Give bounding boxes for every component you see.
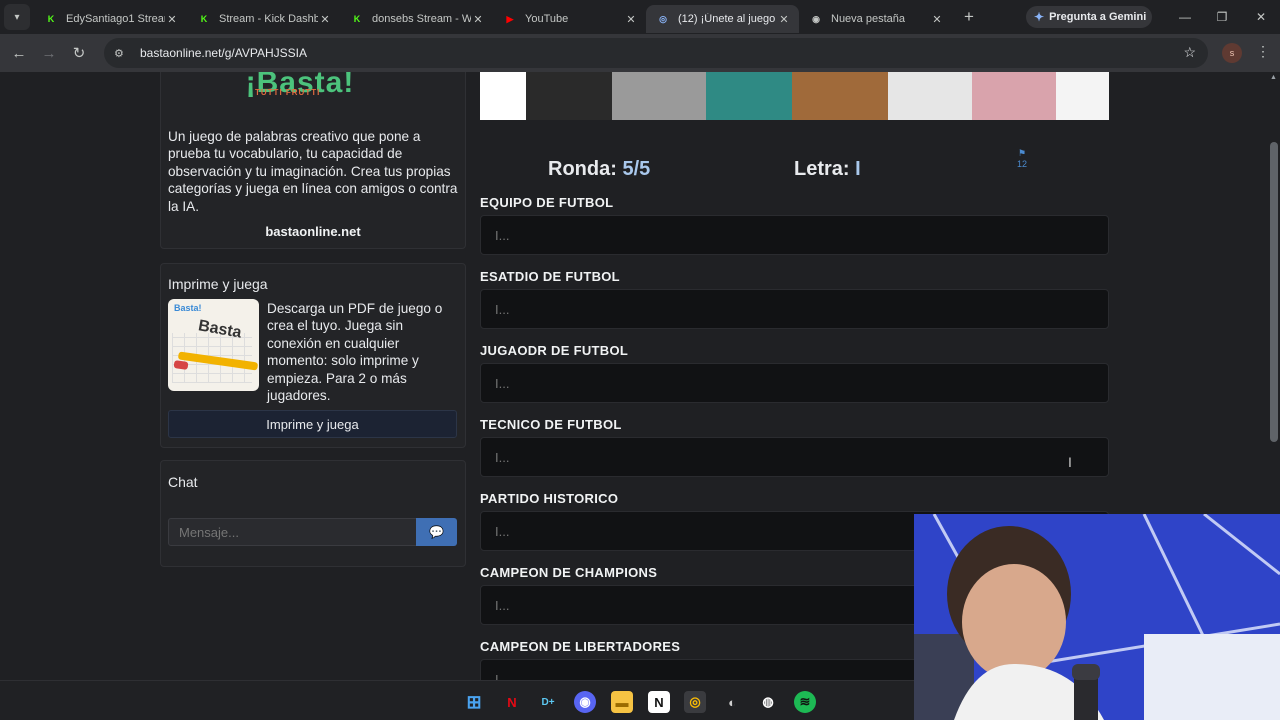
chat-card — [160, 460, 466, 567]
tab-1[interactable]: K Stream - Kick Dashbo ✕ — [187, 5, 340, 33]
category-label: TECNICO DE FUTBOL — [480, 417, 622, 432]
timer: ⚑ 12 — [1014, 148, 1030, 169]
address-bar[interactable]: ⚙ bastaonline.net/g/AVPAHJSSIA ☆ — [104, 38, 1208, 68]
category-input[interactable] — [480, 437, 1109, 477]
category-label: CAMPEON DE CHAMPIONS — [480, 565, 658, 580]
site-link[interactable]: bastaonline.net — [160, 224, 466, 239]
chrome-taskbar-icon[interactable]: ◎ — [684, 691, 706, 713]
category-label: EQUIPO DE FUTBOL — [480, 195, 614, 210]
sequin-dress-image — [612, 72, 706, 120]
print-title: Imprime y juega — [168, 276, 268, 292]
webcam-image — [914, 514, 1280, 720]
tab-title: donsebs Stream - Wa — [372, 13, 471, 25]
reload-icon[interactable]: ↻ — [64, 44, 94, 62]
steam-icon[interactable]: ◍ — [757, 691, 779, 713]
logo-subtitle: TUTTI FRUTTI — [255, 88, 321, 97]
tab-title: EdySantiago1 Stream — [66, 13, 165, 25]
category-input[interactable] — [480, 215, 1109, 255]
tab-title: (12) ¡Únete al juego B — [678, 13, 777, 25]
tape-measure-image — [526, 72, 612, 120]
print-thumbnail: Basta! Basta — [168, 299, 259, 391]
youtube-icon: ▶ — [506, 13, 514, 24]
category-input[interactable] — [480, 363, 1109, 403]
minimize-icon[interactable]: — — [1166, 0, 1204, 34]
tab-title: Nueva pestaña — [831, 13, 905, 25]
notion-icon[interactable]: N — [648, 691, 670, 713]
kick-icon: K — [200, 14, 208, 24]
site-info-icon[interactable]: ⚙ — [114, 47, 130, 60]
category-label: CAMPEON DE LIBERTADORES — [480, 639, 681, 654]
product-image-strip — [480, 72, 1109, 120]
new-tab-button[interactable]: + — [956, 4, 982, 30]
timer-value: 12 — [1016, 159, 1027, 169]
close-icon[interactable]: ✕ — [930, 13, 944, 26]
bookmark-star-icon[interactable]: ☆ — [1183, 44, 1196, 61]
tab-0[interactable]: K EdySantiago1 Stream ✕ — [34, 5, 187, 33]
bed-frame-image — [888, 72, 972, 120]
gemini-button[interactable]: ✦ Pregunta a Gemini — [1026, 6, 1152, 28]
tab-title: Stream - Kick Dashbo — [219, 13, 318, 25]
discord-icon[interactable]: ◉ — [574, 691, 596, 713]
kebab-menu-icon[interactable]: ⋮ — [1256, 43, 1270, 60]
print-description: Descarga un PDF de juego o crea el tuyo.… — [267, 301, 443, 404]
round-value: 5/5 — [622, 158, 651, 180]
text-cursor-icon: I — [1068, 454, 1072, 470]
print-button[interactable]: Imprime y juega — [168, 410, 457, 438]
category-label: ESATDIO DE FUTBOL — [480, 269, 620, 284]
basta-site-icon: ◎ — [659, 13, 667, 24]
game-description: Un juego de palabras creativo que pone a… — [168, 129, 458, 214]
kick-icon: K — [353, 14, 361, 24]
letter-indicator: Letra: I — [794, 158, 861, 181]
spotify-icon[interactable]: ≋ — [794, 691, 816, 713]
letter-label: Letra: — [794, 158, 850, 180]
flag-icon: ⚑ — [1017, 148, 1027, 158]
disney-plus-icon[interactable]: D+ — [537, 691, 559, 713]
basta-logo: ¡Basta! TUTTI FRUTTI — [230, 72, 370, 106]
webcam-overlay — [914, 514, 1280, 720]
pink-box-image — [972, 72, 1056, 120]
close-icon[interactable]: ✕ — [165, 13, 179, 26]
url-text: bastaonline.net/g/AVPAHJSSIA — [140, 46, 307, 60]
gemini-sparkle-icon: ✦ — [1034, 10, 1045, 24]
scrollbar-thumb[interactable] — [1270, 142, 1278, 442]
tab-5[interactable]: ◉ Nueva pestaña ✕ — [799, 5, 952, 33]
windows-start-icon[interactable]: ⊞ — [463, 691, 485, 713]
round-label: Ronda: — [548, 158, 617, 180]
category-input[interactable] — [480, 289, 1109, 329]
close-icon[interactable]: ✕ — [318, 13, 332, 26]
tab-4[interactable]: ◎ (12) ¡Únete al juego B ✕ — [646, 5, 799, 33]
close-icon[interactable]: ✕ — [624, 13, 638, 26]
thumbnail-logo: Basta! — [174, 303, 202, 313]
close-icon[interactable]: ✕ — [471, 13, 485, 26]
browser-toolbar: ← → ↻ ⚙ bastaonline.net/g/AVPAHJSSIA ☆ s… — [0, 34, 1280, 72]
speech-bubble-icon: 💬 — [429, 525, 444, 539]
tab-search-chevron-icon[interactable]: ▾ — [4, 4, 30, 30]
boot-image — [792, 72, 888, 120]
chrome-icon: ◉ — [812, 13, 820, 24]
profile-avatar[interactable]: s — [1222, 43, 1242, 63]
category-label: JUGAODR DE FUTBOL — [480, 343, 629, 358]
round-indicator: Ronda: 5/5 — [548, 158, 650, 181]
scroll-up-icon[interactable]: ▲ — [1270, 74, 1277, 81]
back-arrow-icon[interactable]: ← — [4, 45, 34, 62]
close-icon[interactable]: ✕ — [777, 13, 791, 26]
forward-arrow-icon[interactable]: → — [34, 45, 64, 62]
chat-title: Chat — [168, 474, 198, 490]
restore-icon[interactable]: ❐ — [1203, 0, 1241, 34]
window-close-icon[interactable]: ✕ — [1242, 0, 1280, 34]
obs-icon[interactable]: ◐ — [721, 691, 743, 713]
letter-value: I — [855, 158, 861, 180]
tab-3[interactable]: ▶ YouTube ✕ — [493, 5, 646, 33]
category-label: PARTIDO HISTORICO — [480, 491, 619, 506]
kick-icon: K — [47, 14, 55, 24]
tab-title: YouTube — [525, 13, 569, 25]
netflix-icon[interactable]: N — [501, 691, 523, 713]
gemini-button-label: Pregunta a Gemini — [1049, 11, 1147, 23]
chat-message-input[interactable] — [168, 518, 417, 546]
file-explorer-icon[interactable]: ▬ — [611, 691, 633, 713]
tab-2[interactable]: K donsebs Stream - Wa ✕ — [340, 5, 493, 33]
fabric-image — [706, 72, 792, 120]
chat-send-button[interactable]: 💬 — [416, 518, 457, 546]
